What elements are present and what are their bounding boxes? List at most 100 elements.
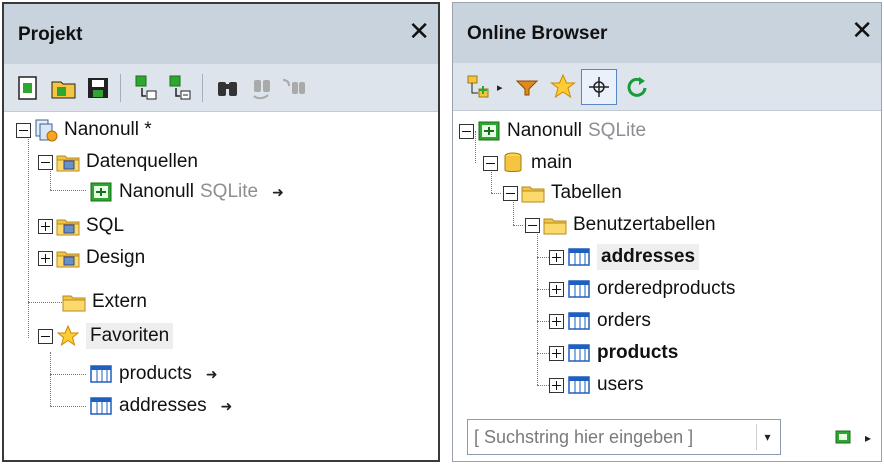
sqlite-database-icon xyxy=(89,180,113,204)
tree-item-label: Tabellen xyxy=(551,182,622,203)
online-browser-panel: Online Browser ✕ ▸ Nanonull SQLite main xyxy=(452,2,882,462)
expand-toggle[interactable] xyxy=(549,249,564,265)
expand-toggle[interactable] xyxy=(549,377,564,393)
tree-item-design[interactable]: Design xyxy=(38,242,145,274)
tree-connector xyxy=(513,225,523,226)
arrow-right-icon[interactable]: ➜ xyxy=(272,184,284,201)
tree-item-label: products xyxy=(597,342,679,363)
collapse-toggle[interactable] xyxy=(38,154,53,170)
tree-item-extern[interactable]: Extern xyxy=(59,286,147,318)
expand-toggle[interactable] xyxy=(38,250,53,266)
tree-connector xyxy=(50,190,86,191)
replace-icon[interactable] xyxy=(280,74,308,102)
add-object-icon[interactable] xyxy=(465,73,493,101)
browser-toolbar: ▸ xyxy=(453,63,881,111)
tree-item-label: products xyxy=(119,363,192,384)
table-row-orderedproducts[interactable]: orderedproducts xyxy=(537,273,735,305)
projekt-title: Projekt xyxy=(18,24,83,45)
tree-item-datenquellen[interactable]: Datenquellen xyxy=(38,146,198,178)
table-row-users[interactable]: users xyxy=(537,369,643,401)
collapse-toggle[interactable] xyxy=(16,122,31,138)
tree-item-label: Benutzertabellen xyxy=(573,214,716,235)
arrow-right-icon[interactable]: ➜ xyxy=(206,366,218,383)
collapse-toggle[interactable] xyxy=(503,185,518,201)
dropdown-arrow-icon[interactable]: ▸ xyxy=(497,81,503,94)
search-input[interactable] xyxy=(468,420,748,454)
tree-connector xyxy=(537,320,549,322)
locate-icon[interactable] xyxy=(585,73,613,101)
tree-item-label: Nanonull xyxy=(507,120,582,141)
expand-toggle[interactable] xyxy=(549,345,564,361)
collapse-toggle[interactable] xyxy=(38,328,53,344)
go-icon[interactable] xyxy=(835,429,851,445)
find-next-icon[interactable] xyxy=(248,74,276,102)
collapse-toggle[interactable] xyxy=(525,217,540,233)
database-type-label: SQLite xyxy=(588,120,647,141)
tree-item-project-root[interactable]: Nanonull * xyxy=(16,114,152,146)
table-row-addresses[interactable]: addresses xyxy=(537,241,700,273)
tree-connector xyxy=(50,374,86,375)
projekt-toolbar xyxy=(4,64,438,112)
collapse-toggle[interactable] xyxy=(483,155,498,171)
search-field[interactable]: ▾ xyxy=(467,419,781,455)
tree-item-favorite-addresses[interactable]: addresses ➜ xyxy=(86,390,232,422)
folder-icon xyxy=(62,290,86,314)
tree-item-label: main xyxy=(531,152,573,173)
open-project-icon[interactable] xyxy=(50,74,78,102)
tree-item-sql[interactable]: SQL xyxy=(38,210,124,242)
table-row-orders[interactable]: orders xyxy=(537,305,651,337)
tree-item-label: users xyxy=(597,374,644,395)
tree-item-benutzertabellen[interactable]: Benutzertabellen xyxy=(525,209,716,241)
collapse-toggle[interactable] xyxy=(459,123,474,139)
tree-connector xyxy=(537,288,549,290)
table-row-products[interactable]: products xyxy=(537,337,678,369)
save-project-icon[interactable] xyxy=(84,74,112,102)
arrow-right-icon[interactable]: ➜ xyxy=(221,398,233,415)
projekt-close-button[interactable]: ✕ xyxy=(408,18,430,44)
folder-icon xyxy=(56,150,80,174)
database-type-label: SQLite xyxy=(200,181,259,202)
add-to-project-icon[interactable] xyxy=(132,74,160,102)
search-dropdown-button[interactable]: ▾ xyxy=(756,424,778,450)
tree-item-favoriten[interactable]: Favoriten xyxy=(38,320,174,352)
tree-item-label: Nanonull xyxy=(119,181,194,202)
tree-item-nanonull-root[interactable]: Nanonull SQLite xyxy=(459,115,646,147)
tree-item-main[interactable]: main xyxy=(483,147,572,179)
tree-item-favorite-products[interactable]: products ➜ xyxy=(86,358,218,390)
folder-icon xyxy=(56,246,80,270)
table-icon xyxy=(567,373,591,397)
expand-toggle[interactable] xyxy=(549,313,564,329)
table-icon xyxy=(567,309,591,333)
tree-item-label: Nanonull * xyxy=(64,119,152,140)
browser-title: Online Browser xyxy=(467,23,608,44)
tree-item-nanonull-connection[interactable]: Nanonull SQLite ➜ xyxy=(86,176,284,208)
star-icon xyxy=(56,324,80,348)
table-icon xyxy=(567,245,591,269)
tree-item-tabellen[interactable]: Tabellen xyxy=(503,177,622,209)
table-icon xyxy=(567,341,591,365)
tree-connector xyxy=(491,193,501,194)
tree-connector xyxy=(537,352,549,354)
tree-item-label: Design xyxy=(86,247,146,268)
projekt-panel: Projekt ✕ Nanonull * Datenquellen Nanonu… xyxy=(2,2,440,462)
sqlite-database-icon xyxy=(477,119,501,143)
table-icon xyxy=(567,277,591,301)
favorites-icon[interactable] xyxy=(549,73,577,101)
tree-connector xyxy=(537,256,549,258)
browser-titlebar: Online Browser ✕ xyxy=(453,3,881,63)
expand-toggle[interactable] xyxy=(38,218,53,234)
browser-close-button[interactable]: ✕ xyxy=(851,17,873,43)
find-icon[interactable] xyxy=(214,74,242,102)
new-project-icon[interactable] xyxy=(14,74,42,102)
refresh-icon[interactable] xyxy=(623,73,651,101)
toolbar-separator xyxy=(120,74,121,102)
expand-toggle[interactable] xyxy=(549,281,564,297)
tree-item-label: orderedproducts xyxy=(597,278,736,299)
tree-item-label: addresses xyxy=(597,244,700,270)
more-options-icon[interactable]: ▸ xyxy=(865,431,871,445)
tree-item-label: SQL xyxy=(86,215,125,236)
filter-icon[interactable] xyxy=(513,73,541,101)
remove-from-project-icon[interactable] xyxy=(166,74,194,102)
tree-item-label: addresses xyxy=(119,395,207,416)
tree-item-label: Favoriten xyxy=(86,323,174,349)
